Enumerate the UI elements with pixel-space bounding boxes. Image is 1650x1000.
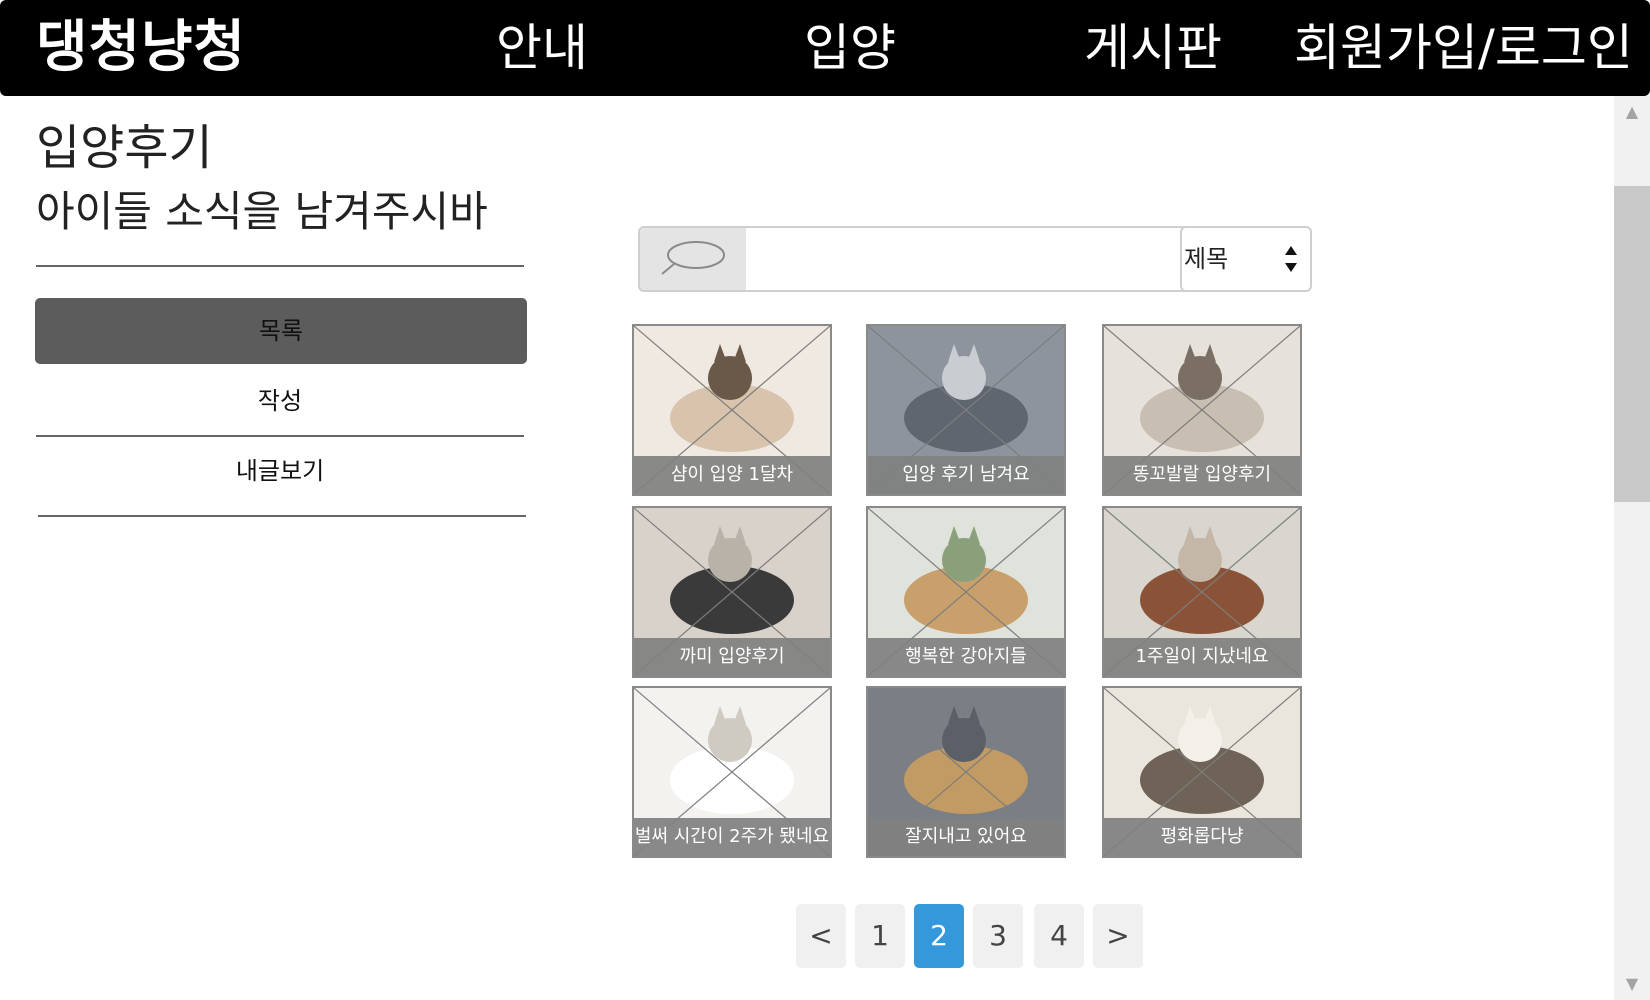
gallery-card[interactable]: 벌써 시간이 2주가 됐네요	[632, 686, 832, 858]
search-field-select-value: 제목	[1184, 245, 1229, 273]
pagination-page-1[interactable]: 1	[855, 904, 905, 968]
brand-logo[interactable]: 댕청냥청	[36, 8, 246, 88]
gallery-card[interactable]: 잘지내고 있어요	[866, 686, 1066, 858]
gallery-card-caption: 잘지내고 있어요	[868, 818, 1064, 856]
gallery-card-caption: 1주일이 지났네요	[1104, 638, 1300, 676]
nav-item-adopt[interactable]: 입양	[804, 12, 896, 84]
gallery-card[interactable]: 똥꼬발랄 입양후기	[1102, 324, 1302, 496]
gallery-card[interactable]: 샴이 입양 1달차	[632, 324, 832, 496]
scroll-thumb[interactable]	[1614, 186, 1650, 502]
gallery-card-caption: 벌써 시간이 2주가 됐네요	[634, 818, 830, 856]
gallery-card-caption: 똥꼬발랄 입양후기	[1104, 456, 1300, 494]
gallery-card-caption: 입양 후기 남겨요	[868, 456, 1064, 494]
gallery-card-caption: 평화롭다냥	[1104, 818, 1300, 856]
page-subtitle: 아이들 소식을 남겨주시바	[36, 187, 488, 236]
page-title: 입양후기	[36, 120, 213, 176]
pagination-prev-button[interactable]: <	[796, 904, 846, 968]
menu-my-posts-button[interactable]: 내글보기	[36, 438, 524, 504]
top-nav-bar: 댕청냥청 안내 입양 게시판 회원가입/로그인	[0, 0, 1650, 96]
search-icon[interactable]	[640, 228, 746, 290]
pagination-page-2[interactable]: 2	[914, 904, 964, 968]
pagination-page-3[interactable]: 3	[973, 904, 1023, 968]
gallery-card-caption: 행복한 강아지들	[868, 638, 1064, 676]
menu-list-button[interactable]: 목록	[35, 298, 527, 364]
search-input[interactable]	[748, 228, 1180, 290]
pagination-page-4[interactable]: 4	[1034, 904, 1084, 968]
scroll-down-arrow-icon[interactable]: ▼	[1614, 972, 1650, 996]
gallery-card-caption: 샴이 입양 1달차	[634, 456, 830, 494]
nav-item-guide[interactable]: 안내	[496, 12, 588, 84]
divider	[36, 435, 524, 437]
menu-write-button[interactable]: 작성	[36, 368, 524, 434]
gallery-card[interactable]: 행복한 강아지들	[866, 506, 1066, 678]
select-arrows-icon	[1285, 246, 1297, 272]
gallery-card[interactable]: 1주일이 지났네요	[1102, 506, 1302, 678]
gallery-card[interactable]: 까미 입양후기	[632, 506, 832, 678]
divider	[38, 515, 526, 517]
search-bar: 제목	[638, 226, 1312, 292]
gallery-card-caption: 까미 입양후기	[634, 638, 830, 676]
divider	[36, 265, 524, 267]
vertical-scrollbar[interactable]: ▲ ▼	[1614, 96, 1650, 1000]
pagination-next-button[interactable]: >	[1093, 904, 1143, 968]
scroll-up-arrow-icon[interactable]: ▲	[1614, 100, 1650, 124]
gallery-card[interactable]: 평화롭다냥	[1102, 686, 1302, 858]
nav-item-board[interactable]: 게시판	[1084, 12, 1222, 84]
search-field-select[interactable]: 제목	[1180, 226, 1312, 292]
gallery-card[interactable]: 입양 후기 남겨요	[866, 324, 1066, 496]
nav-item-signup-login[interactable]: 회원가입/로그인	[1294, 12, 1633, 84]
